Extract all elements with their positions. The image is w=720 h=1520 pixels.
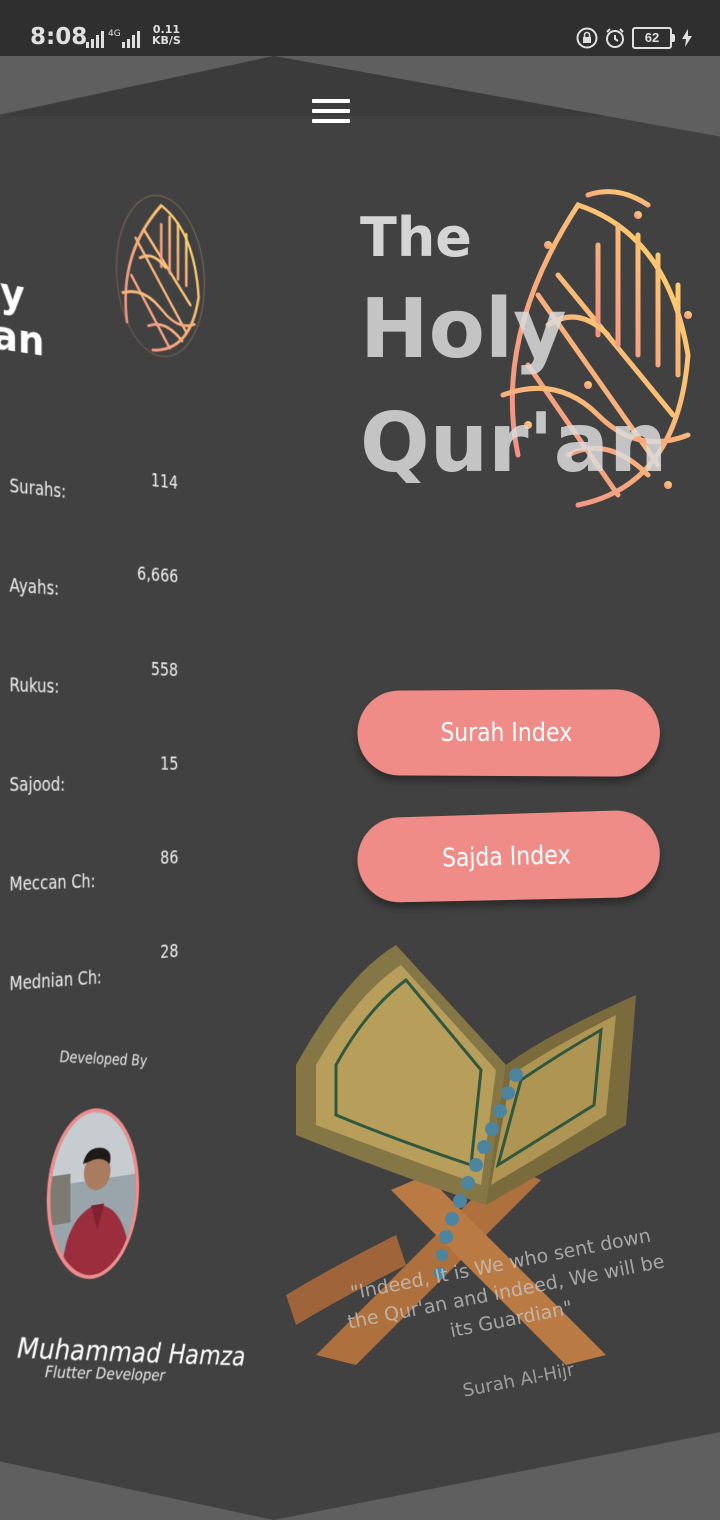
title-quran: Qur'an [360, 396, 667, 491]
title-the: The [360, 206, 472, 269]
drawer-title: y r'an [0, 263, 44, 365]
stat-row-sajood: Sajood: 15 [9, 740, 178, 840]
svg-text:4G: 4G [108, 29, 121, 39]
status-bar: 8:08 4G 0.11 KB/S 62 [0, 0, 720, 56]
side-drawer: y r'an Surahs: 114 Ayahs: 6,666 Rukus: 5… [0, 120, 274, 1440]
stat-label: Surahs: [9, 475, 66, 503]
speed-unit: KB/S [152, 35, 181, 46]
sajda-index-button[interactable]: Sajda Index [356, 809, 661, 903]
stat-label: Ayahs: [9, 575, 59, 600]
charging-icon [682, 29, 692, 47]
hamburger-menu-icon[interactable] [312, 99, 350, 125]
developer-role: Flutter Developer [43, 1362, 167, 1384]
stat-label: Meccan Ch: [9, 871, 95, 896]
signal-icon: 4G [86, 28, 148, 48]
stat-value: 6,666 [137, 561, 178, 587]
stat-row-meccan: Meccan Ch: 86 [9, 836, 178, 939]
stat-value: 114 [151, 468, 178, 494]
developed-by-label: Developed By [58, 1047, 148, 1070]
stat-value: 86 [160, 846, 178, 869]
panel-top-wedge [0, 56, 720, 116]
developer-avatar [47, 1103, 139, 1287]
stat-value: 558 [151, 657, 178, 681]
surah-index-label: Surah Index [441, 718, 573, 748]
stat-row-rukus: Rukus: 558 [9, 640, 178, 742]
title-holy: Holy [360, 282, 567, 377]
stat-value: 28 [160, 939, 178, 963]
lock-icon [576, 27, 598, 49]
sajda-index-label: Sajda Index [442, 840, 571, 873]
network-speed: 0.11 KB/S [152, 24, 181, 46]
status-icons: 62 [576, 26, 692, 50]
drawer-title-line1: y [0, 263, 44, 322]
alarm-icon [604, 27, 626, 49]
stat-row-ayahs: Ayahs: 6,666 [9, 541, 178, 649]
stat-row-mednian: Mednian Ch: 28 [9, 930, 178, 1039]
surah-index-button[interactable]: Surah Index [357, 689, 659, 777]
stat-label: Sajood: [9, 774, 65, 796]
quran-calligraphy-logo [110, 175, 211, 374]
stat-label: Mednian Ch: [9, 967, 101, 995]
stat-label: Rukus: [9, 674, 59, 697]
status-time: 8:08 [30, 24, 87, 50]
stats-list: Surahs: 114 Ayahs: 6,666 Rukus: 558 Sajo… [9, 441, 178, 1039]
stat-row-surahs: Surahs: 114 [9, 441, 178, 555]
battery-icon: 62 [632, 27, 672, 49]
stat-value: 15 [160, 752, 178, 775]
